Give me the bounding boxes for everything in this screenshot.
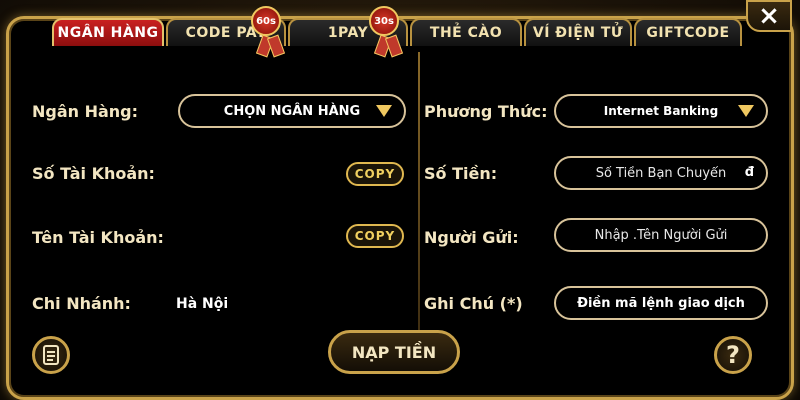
method-select-value: Internet Banking xyxy=(603,104,719,118)
note-field[interactable]: Điền mã lệnh giao dịch xyxy=(554,286,768,320)
tab-label: NGÂN HÀNG xyxy=(57,25,159,41)
chevron-down-icon xyxy=(376,105,392,117)
bank-select[interactable]: CHỌN NGÂN HÀNG xyxy=(178,94,406,128)
amount-input[interactable] xyxy=(569,164,753,182)
account-number-label: Số Tài Khoản: xyxy=(32,164,155,183)
question-icon: ? xyxy=(726,341,740,369)
method-select[interactable]: Internet Banking xyxy=(554,94,768,128)
badge-label: 60s xyxy=(256,15,276,27)
branch-value: Hà Nội xyxy=(176,296,229,312)
account-name-label: Tên Tài Khoản: xyxy=(32,228,164,247)
tab-bank[interactable]: NGÂN HÀNG xyxy=(52,18,164,46)
bank-label: Ngân Hàng: xyxy=(32,102,139,121)
deposit-submit-button[interactable]: NẠP TIỀN xyxy=(328,330,460,374)
copy-account-name-button[interactable]: COPY xyxy=(346,224,404,248)
tab-label: THẺ CÀO xyxy=(429,25,503,41)
branch-label: Chi Nhánh: xyxy=(32,294,131,313)
document-icon xyxy=(43,345,59,365)
copy-account-number-button[interactable]: COPY xyxy=(346,162,404,186)
note-value: Điền mã lệnh giao dịch xyxy=(577,295,745,311)
amount-label: Số Tiền: xyxy=(424,164,498,183)
form-panel: Ngân Hàng: CHỌN NGÂN HÀNG Số Tài Khoản: … xyxy=(20,52,780,352)
close-icon: × xyxy=(758,1,780,31)
timer-badge-30: 30s xyxy=(369,6,399,36)
tab-card[interactable]: THẺ CÀO xyxy=(410,18,522,46)
timer-badge-60: 60s xyxy=(251,6,281,36)
badge-label: 30s xyxy=(374,15,394,27)
tab-label: 1PAY xyxy=(327,25,369,41)
sender-field[interactable] xyxy=(554,218,768,252)
help-button[interactable]: ? xyxy=(714,336,752,374)
amount-field[interactable]: đ xyxy=(554,156,768,190)
note-label: Ghi Chú (*) xyxy=(424,294,523,313)
chevron-down-icon xyxy=(738,105,754,117)
bank-select-value: CHỌN NGÂN HÀNG xyxy=(223,103,361,119)
method-label: Phương Thức: xyxy=(424,102,548,121)
tab-label: GIFTCODE xyxy=(646,25,730,41)
sender-label: Người Gửi: xyxy=(424,228,519,247)
divider xyxy=(418,52,420,352)
sender-input[interactable] xyxy=(569,226,753,244)
currency-unit: đ xyxy=(744,165,754,180)
tab-e-wallet[interactable]: VÍ ĐIỆN TỬ xyxy=(524,18,632,46)
close-button[interactable]: × xyxy=(746,0,792,32)
tab-label: VÍ ĐIỆN TỬ xyxy=(532,25,624,41)
tab-giftcode[interactable]: GIFTCODE xyxy=(634,18,742,46)
history-button[interactable] xyxy=(32,336,70,374)
